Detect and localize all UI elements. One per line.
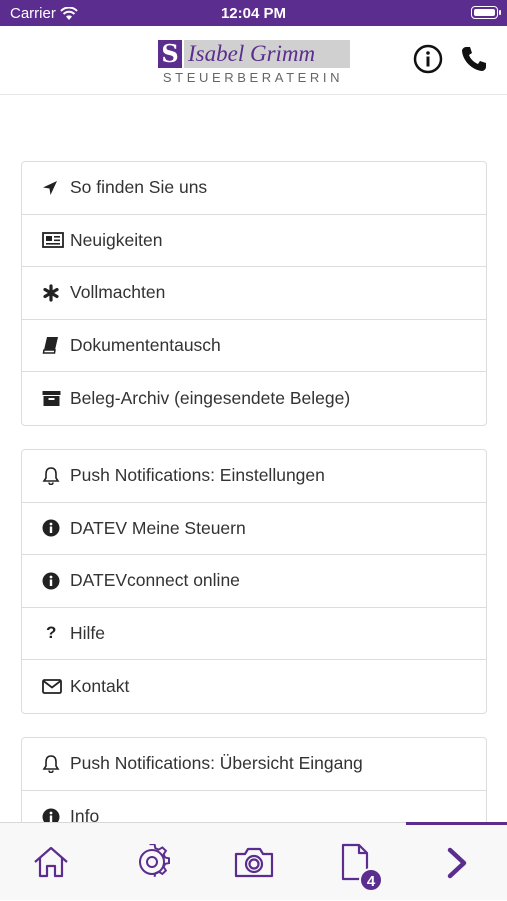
- tab-documents[interactable]: 4: [304, 823, 405, 901]
- info-button[interactable]: [413, 44, 443, 74]
- logo-subtitle: STEUERBERATERIN: [162, 70, 344, 85]
- newspaper-icon: [42, 230, 70, 250]
- location-arrow-icon: [42, 178, 70, 198]
- phone-icon: [462, 47, 486, 71]
- menu-item-label: Beleg-Archiv (eingesendete Belege): [70, 387, 351, 408]
- camera-icon: [234, 847, 273, 878]
- menu-item-label: Dokumententausch: [70, 334, 221, 355]
- book-icon: [42, 335, 70, 355]
- info-icon: [42, 518, 70, 538]
- menu-group-2: Push Notifications: Einstellungen DATEV …: [21, 449, 487, 714]
- menu-item-directions[interactable]: So finden Sie uns: [22, 162, 486, 215]
- menu-item-contact[interactable]: Kontakt: [22, 660, 486, 713]
- app-header: S Isabel Grimm STEUERBERATERIN: [0, 26, 507, 95]
- menu-item-push-settings[interactable]: Push Notifications: Einstellungen: [22, 450, 486, 503]
- menu-item-receipt-archive[interactable]: Beleg-Archiv (eingesendete Belege): [22, 372, 486, 425]
- bell-icon: [42, 466, 70, 486]
- clock: 12:04 PM: [220, 5, 287, 22]
- envelope-icon: [42, 676, 70, 696]
- tab-bar: 4: [0, 822, 507, 900]
- menu-item-push-inbox[interactable]: Push Notifications: Übersicht Eingang: [22, 738, 486, 791]
- menu-item-document-exchange[interactable]: Dokumententausch: [22, 320, 486, 372]
- menu-item-label: Vollmachten: [70, 282, 166, 303]
- call-button[interactable]: [459, 44, 489, 74]
- menu-item-label: DATEVconnect online: [70, 570, 240, 591]
- menu-item-datev-meine-steuern[interactable]: DATEV Meine Steuern: [22, 503, 486, 555]
- archive-icon: [42, 388, 70, 408]
- menu-item-label: Kontakt: [70, 675, 130, 696]
- question-icon: ?: [46, 623, 57, 643]
- status-bar: Carrier 12:04 PM: [0, 0, 507, 26]
- info-circle-icon: [413, 44, 443, 74]
- info-icon: [42, 571, 70, 591]
- chevron-right-icon: [447, 847, 466, 878]
- bell-icon: [42, 754, 70, 774]
- menu-item-news[interactable]: Neuigkeiten: [22, 215, 486, 267]
- info-icon: [42, 807, 70, 822]
- menu-item-datevconnect-online[interactable]: DATEVconnect online: [22, 555, 486, 608]
- menu-group-1: So finden Sie uns Neuigkeiten Vollmachte…: [21, 161, 487, 426]
- asterisk-icon: [42, 283, 70, 303]
- menu-group-3: Push Notifications: Übersicht Eingang In…: [21, 737, 487, 822]
- battery-icon: [471, 6, 501, 19]
- menu-item-label: Info: [70, 806, 100, 822]
- tab-more[interactable]: [406, 822, 507, 900]
- gear-icon: [138, 844, 170, 878]
- menu-item-info[interactable]: Info: [22, 791, 486, 822]
- menu-item-powers-of-attorney[interactable]: Vollmachten: [22, 267, 486, 320]
- menu-list[interactable]: So finden Sie uns Neuigkeiten Vollmachte…: [0, 96, 507, 822]
- logo-mark: S: [158, 40, 182, 68]
- menu-item-label: Neuigkeiten: [70, 229, 163, 250]
- tab-settings[interactable]: [101, 823, 202, 901]
- tab-camera[interactable]: [203, 823, 304, 901]
- home-icon: [33, 846, 68, 878]
- menu-item-label: Push Notifications: Übersicht Eingang: [70, 753, 363, 774]
- menu-item-label: So finden Sie uns: [70, 177, 208, 198]
- menu-item-label: DATEV Meine Steuern: [70, 517, 246, 538]
- logo: S Isabel Grimm STEUERBERATERIN: [156, 38, 350, 85]
- menu-item-label: Push Notifications: Einstellungen: [70, 465, 325, 486]
- menu-item-label: Hilfe: [70, 622, 106, 643]
- documents-badge: 4: [359, 868, 383, 892]
- menu-item-help[interactable]: ? Hilfe: [22, 608, 486, 660]
- logo-name: Isabel Grimm: [184, 40, 350, 68]
- tab-home[interactable]: [0, 823, 101, 901]
